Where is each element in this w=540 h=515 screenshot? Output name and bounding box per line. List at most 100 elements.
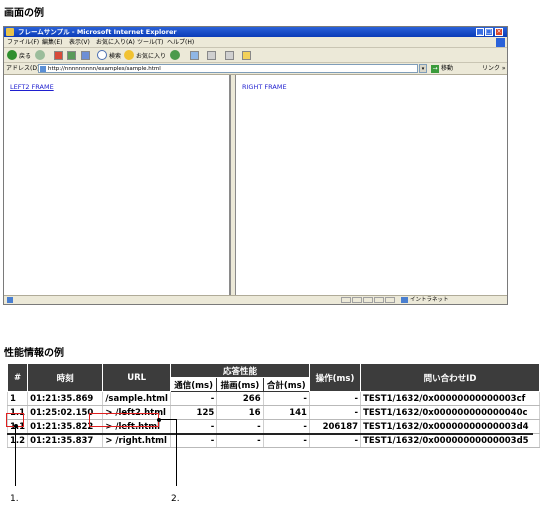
address-bar: アドレス(D) http://nnnnnnnnn/examples/sample…: [4, 63, 507, 75]
forward-button[interactable]: [35, 49, 47, 61]
minimize-button[interactable]: _: [476, 28, 484, 36]
zone-label: イントラネット: [410, 297, 449, 303]
favorites-label: お気に入り: [136, 52, 167, 60]
cell-operation: 206187: [308, 419, 362, 434]
col-operation-header: 操作(ms): [308, 363, 362, 392]
status-pane: [341, 297, 351, 303]
print-icon: [207, 50, 216, 60]
col-response-header: 応答性能: [169, 363, 310, 378]
col-inquiry-id-header: 問い合わせID: [360, 363, 540, 392]
intranet-icon: [401, 297, 408, 303]
col-time-header: 時刻: [27, 363, 104, 392]
cell-num: 1.2: [6, 433, 29, 448]
status-pane: [352, 297, 362, 303]
cell-render: 266: [216, 391, 264, 406]
address-label: アドレス(D): [6, 65, 40, 72]
page-icon: [40, 66, 46, 72]
col-total-header: 合計(ms): [262, 377, 310, 392]
browser-window: フレームサンプル - Microsoft Internet Explorer _…: [3, 26, 508, 305]
callout-label-1: 1.: [10, 494, 19, 504]
go-button[interactable]: → 移動: [431, 63, 453, 75]
ie-app-icon: [6, 28, 14, 36]
right-frame: RIGHT FRAME: [235, 75, 507, 295]
back-arrow-icon: [7, 50, 17, 60]
cell-communication: -: [169, 419, 218, 434]
page-content: LEFT2 FRAME RIGHT FRAME: [4, 75, 507, 295]
cell-render: -: [216, 433, 264, 448]
refresh-button[interactable]: [67, 49, 78, 61]
close-button[interactable]: ×: [495, 28, 503, 36]
windows-logo-icon: [496, 38, 505, 47]
home-button[interactable]: [81, 49, 92, 61]
cell-total: 141: [262, 405, 310, 420]
cell-inquiry-id: TEST1/1632/0x000000000000040c: [360, 405, 540, 420]
menu-favorites[interactable]: お気に入り(A): [96, 37, 135, 48]
table-row: 1.2 01:21:35.837 > /right.html - - - - T…: [6, 433, 540, 448]
maximize-button[interactable]: □: [485, 28, 493, 36]
left2-frame-link[interactable]: LEFT2 FRAME: [10, 83, 54, 91]
cell-render: -: [216, 419, 264, 434]
title-bar: フレームサンプル - Microsoft Internet Explorer _…: [4, 27, 507, 37]
print-button[interactable]: [207, 49, 218, 61]
folder-button[interactable]: [242, 49, 253, 61]
status-pane: [374, 297, 384, 303]
edit-button[interactable]: [225, 49, 236, 61]
menu-tools[interactable]: ツール(T): [137, 37, 163, 48]
col-render-header: 描画(ms): [216, 377, 264, 392]
address-dropdown-icon[interactable]: ▾: [419, 64, 427, 73]
cell-operation: -: [308, 405, 362, 420]
stop-button[interactable]: [54, 49, 65, 61]
menu-view[interactable]: 表示(V): [69, 37, 90, 48]
screen-example-heading: 画面の例: [4, 8, 44, 19]
cell-inquiry-id: TEST1/1632/0x00000000000003cf: [360, 391, 540, 406]
status-page-icon: [7, 297, 13, 303]
favorites-button[interactable]: お気に入り: [124, 49, 166, 61]
cell-total: -: [262, 391, 310, 406]
status-pane: [363, 297, 373, 303]
back-button[interactable]: 戻る: [7, 49, 31, 61]
cell-url: /sample.html: [102, 391, 171, 406]
cell-total: -: [262, 419, 310, 434]
table-row: 1.1 01:25:02.150 > /left2.html 125 16 14…: [6, 405, 540, 420]
cell-total: -: [262, 433, 310, 448]
search-button[interactable]: 検索: [97, 49, 121, 61]
home-icon: [81, 50, 90, 60]
forward-arrow-icon: [35, 50, 45, 60]
col-communication-header: 通信(ms): [169, 377, 218, 392]
col-url-header: URL: [102, 363, 171, 392]
callout-line-2: [176, 419, 177, 486]
callout-line-1: [15, 426, 16, 486]
cell-url: > /right.html: [102, 433, 171, 448]
cell-inquiry-id: TEST1/1632/0x00000000000003d5: [360, 433, 540, 448]
toolbar: 戻る 検索 お気に入り: [4, 48, 507, 63]
menu-file[interactable]: ファイル(F): [7, 37, 39, 48]
table-row: 1.1 01:21:35.822 > /left.html - - - 2061…: [6, 419, 540, 434]
links-button[interactable]: リンク »: [482, 63, 506, 75]
edit-icon: [225, 50, 234, 60]
cell-operation: -: [308, 391, 362, 406]
cell-num: 1: [6, 391, 29, 406]
status-bar: イントラネット: [4, 295, 507, 304]
callout-label-2: 2.: [171, 494, 180, 504]
cell-inquiry-id: TEST1/1632/0x00000000000003d4: [360, 419, 540, 434]
cell-time: 01:21:35.869: [27, 391, 104, 406]
go-label: 移動: [441, 65, 454, 72]
menu-help[interactable]: ヘルプ(H): [167, 37, 194, 48]
right-frame-text: RIGHT FRAME: [242, 83, 287, 91]
mail-button[interactable]: [190, 49, 201, 61]
stop-icon: [54, 50, 63, 60]
address-input[interactable]: http://nnnnnnnnn/examples/sample.html: [38, 64, 418, 73]
performance-table: # 時刻 URL 応答性能 操作(ms) 問い合わせID 通信(ms) 描画(m…: [6, 363, 540, 448]
cell-time: 01:21:35.837: [27, 433, 104, 448]
callout-line-2-horizontal: [160, 419, 176, 420]
col-num-header: #: [6, 363, 29, 392]
refresh-icon: [67, 50, 76, 60]
star-icon: [124, 50, 134, 60]
menu-bar: ファイル(F) 編集(E) 表示(V) お気に入り(A) ツール(T) ヘルプ(…: [4, 37, 507, 48]
highlight-box-url: [89, 413, 159, 427]
cell-communication: -: [169, 433, 218, 448]
history-button[interactable]: [170, 49, 182, 61]
menu-edit[interactable]: 編集(E): [42, 37, 62, 48]
security-zone: イントラネット: [401, 296, 449, 304]
folder-icon: [242, 50, 251, 60]
